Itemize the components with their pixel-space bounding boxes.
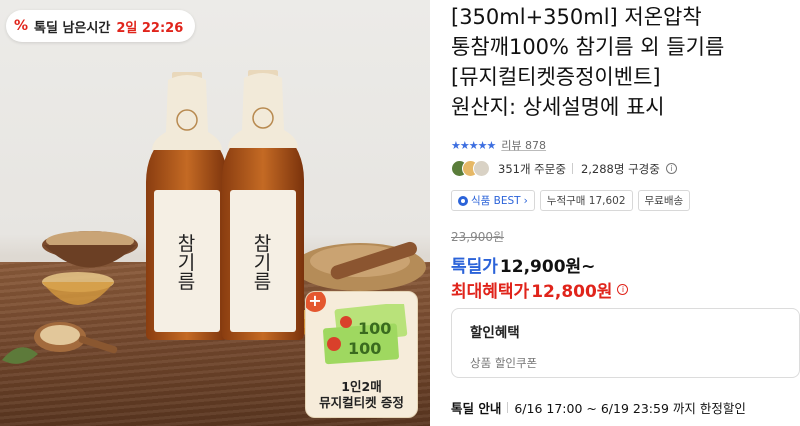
rating-row: ★★★★★ 리뷰 878 bbox=[451, 137, 546, 153]
gift-caption-line1: 1인2매 bbox=[341, 379, 382, 394]
best-tag-label: 식품 BEST bbox=[471, 195, 521, 207]
leaf bbox=[2, 347, 38, 364]
avatar bbox=[473, 160, 490, 177]
activity-stats: 351개 주문중 2,288명 구경중 i bbox=[451, 160, 677, 177]
info-icon[interactable]: i bbox=[665, 163, 677, 174]
notice-text: 6/16 17:00 ~ 6/19 23:59 까지 한정할인 bbox=[514, 401, 746, 416]
original-price: 23,900원 bbox=[451, 230, 505, 244]
deal-price: 12,900원~ bbox=[499, 257, 596, 277]
oil-bottle-2: 참기름 bbox=[222, 70, 304, 340]
max-benefit-row: 최대혜택가 12,800원 i bbox=[451, 277, 629, 302]
ticket-icon: 100 100 bbox=[323, 304, 408, 365]
benefit-subtitle: 상품 할인쿠폰 bbox=[470, 356, 538, 370]
divider bbox=[571, 163, 573, 174]
chevron-right-icon: › bbox=[523, 194, 528, 207]
cumulative-label: 누적구매 17,602 bbox=[546, 195, 626, 207]
svg-text:100: 100 bbox=[348, 339, 381, 358]
deal-notice: 톡딜 안내 6/16 17:00 ~ 6/19 23:59 까지 한정할인 bbox=[5, 398, 746, 417]
title-line-1: [350ml+350ml] 저온압착 bbox=[451, 5, 702, 29]
tag-row: 식품 BEST › 누적구매 17,602 무료배송 bbox=[451, 190, 691, 211]
product-image[interactable]: 참기름 참기름 % 톡딜 남은시간 2일 22:26 + 100 100 1인2… bbox=[0, 0, 430, 426]
best-category-tag[interactable]: 식품 BEST › bbox=[451, 190, 535, 211]
star-rating-icon: ★★★★★ bbox=[451, 138, 496, 152]
wooden-spoon bbox=[34, 322, 118, 354]
sesame-pile bbox=[294, 241, 426, 291]
percent-icon: % bbox=[14, 18, 29, 34]
orders-count: 351개 주문중 bbox=[498, 161, 566, 176]
bottle-2-label: 참기름 bbox=[250, 233, 272, 290]
timer-time: 2일 22:26 bbox=[116, 20, 184, 36]
cumulative-purchase-tag: 누적구매 17,602 bbox=[539, 190, 633, 211]
deal-price-label: 톡딜가 bbox=[451, 257, 498, 277]
discount-benefit-box[interactable]: 할인혜택 상품 할인쿠폰 bbox=[451, 308, 800, 378]
deal-timer-badge: % 톡딜 남은시간 2일 22:26 bbox=[6, 10, 196, 42]
title-line-2: 통참깨100% 참기름 외 들기름 bbox=[451, 35, 725, 59]
bottle-1-label: 참기름 bbox=[174, 233, 196, 290]
glass-bowl bbox=[42, 272, 114, 305]
info-icon[interactable]: i bbox=[617, 284, 629, 295]
svg-text:100: 100 bbox=[358, 319, 391, 338]
deal-price-row: 톡딜가 12,900원~ bbox=[451, 252, 595, 277]
product-title: [350ml+350ml] 저온압착 통참깨100% 참기름 외 들기름 [뮤지… bbox=[451, 2, 800, 122]
free-shipping-tag: 무료배송 bbox=[637, 190, 691, 211]
max-benefit-label: 최대혜택가 bbox=[451, 282, 530, 302]
notice-title: 톡딜 안내 bbox=[451, 401, 502, 416]
badge-icon bbox=[458, 195, 468, 206]
viewers-count: 2,288명 구경중 bbox=[580, 161, 660, 176]
title-line-4: 원산지: 상세설명에 표시 bbox=[451, 95, 665, 119]
title-line-3: [뮤지컬티켓증정이벤트] bbox=[451, 65, 661, 89]
timer-label: 톡딜 남은시간 bbox=[34, 20, 111, 36]
buyer-avatars bbox=[451, 160, 490, 177]
free-shipping-label: 무료배송 bbox=[644, 195, 684, 207]
divider bbox=[507, 402, 509, 413]
max-benefit-price: 12,800원 bbox=[531, 282, 613, 302]
review-link[interactable]: 리뷰 878 bbox=[501, 137, 546, 153]
benefit-title: 할인혜택 bbox=[470, 325, 520, 341]
